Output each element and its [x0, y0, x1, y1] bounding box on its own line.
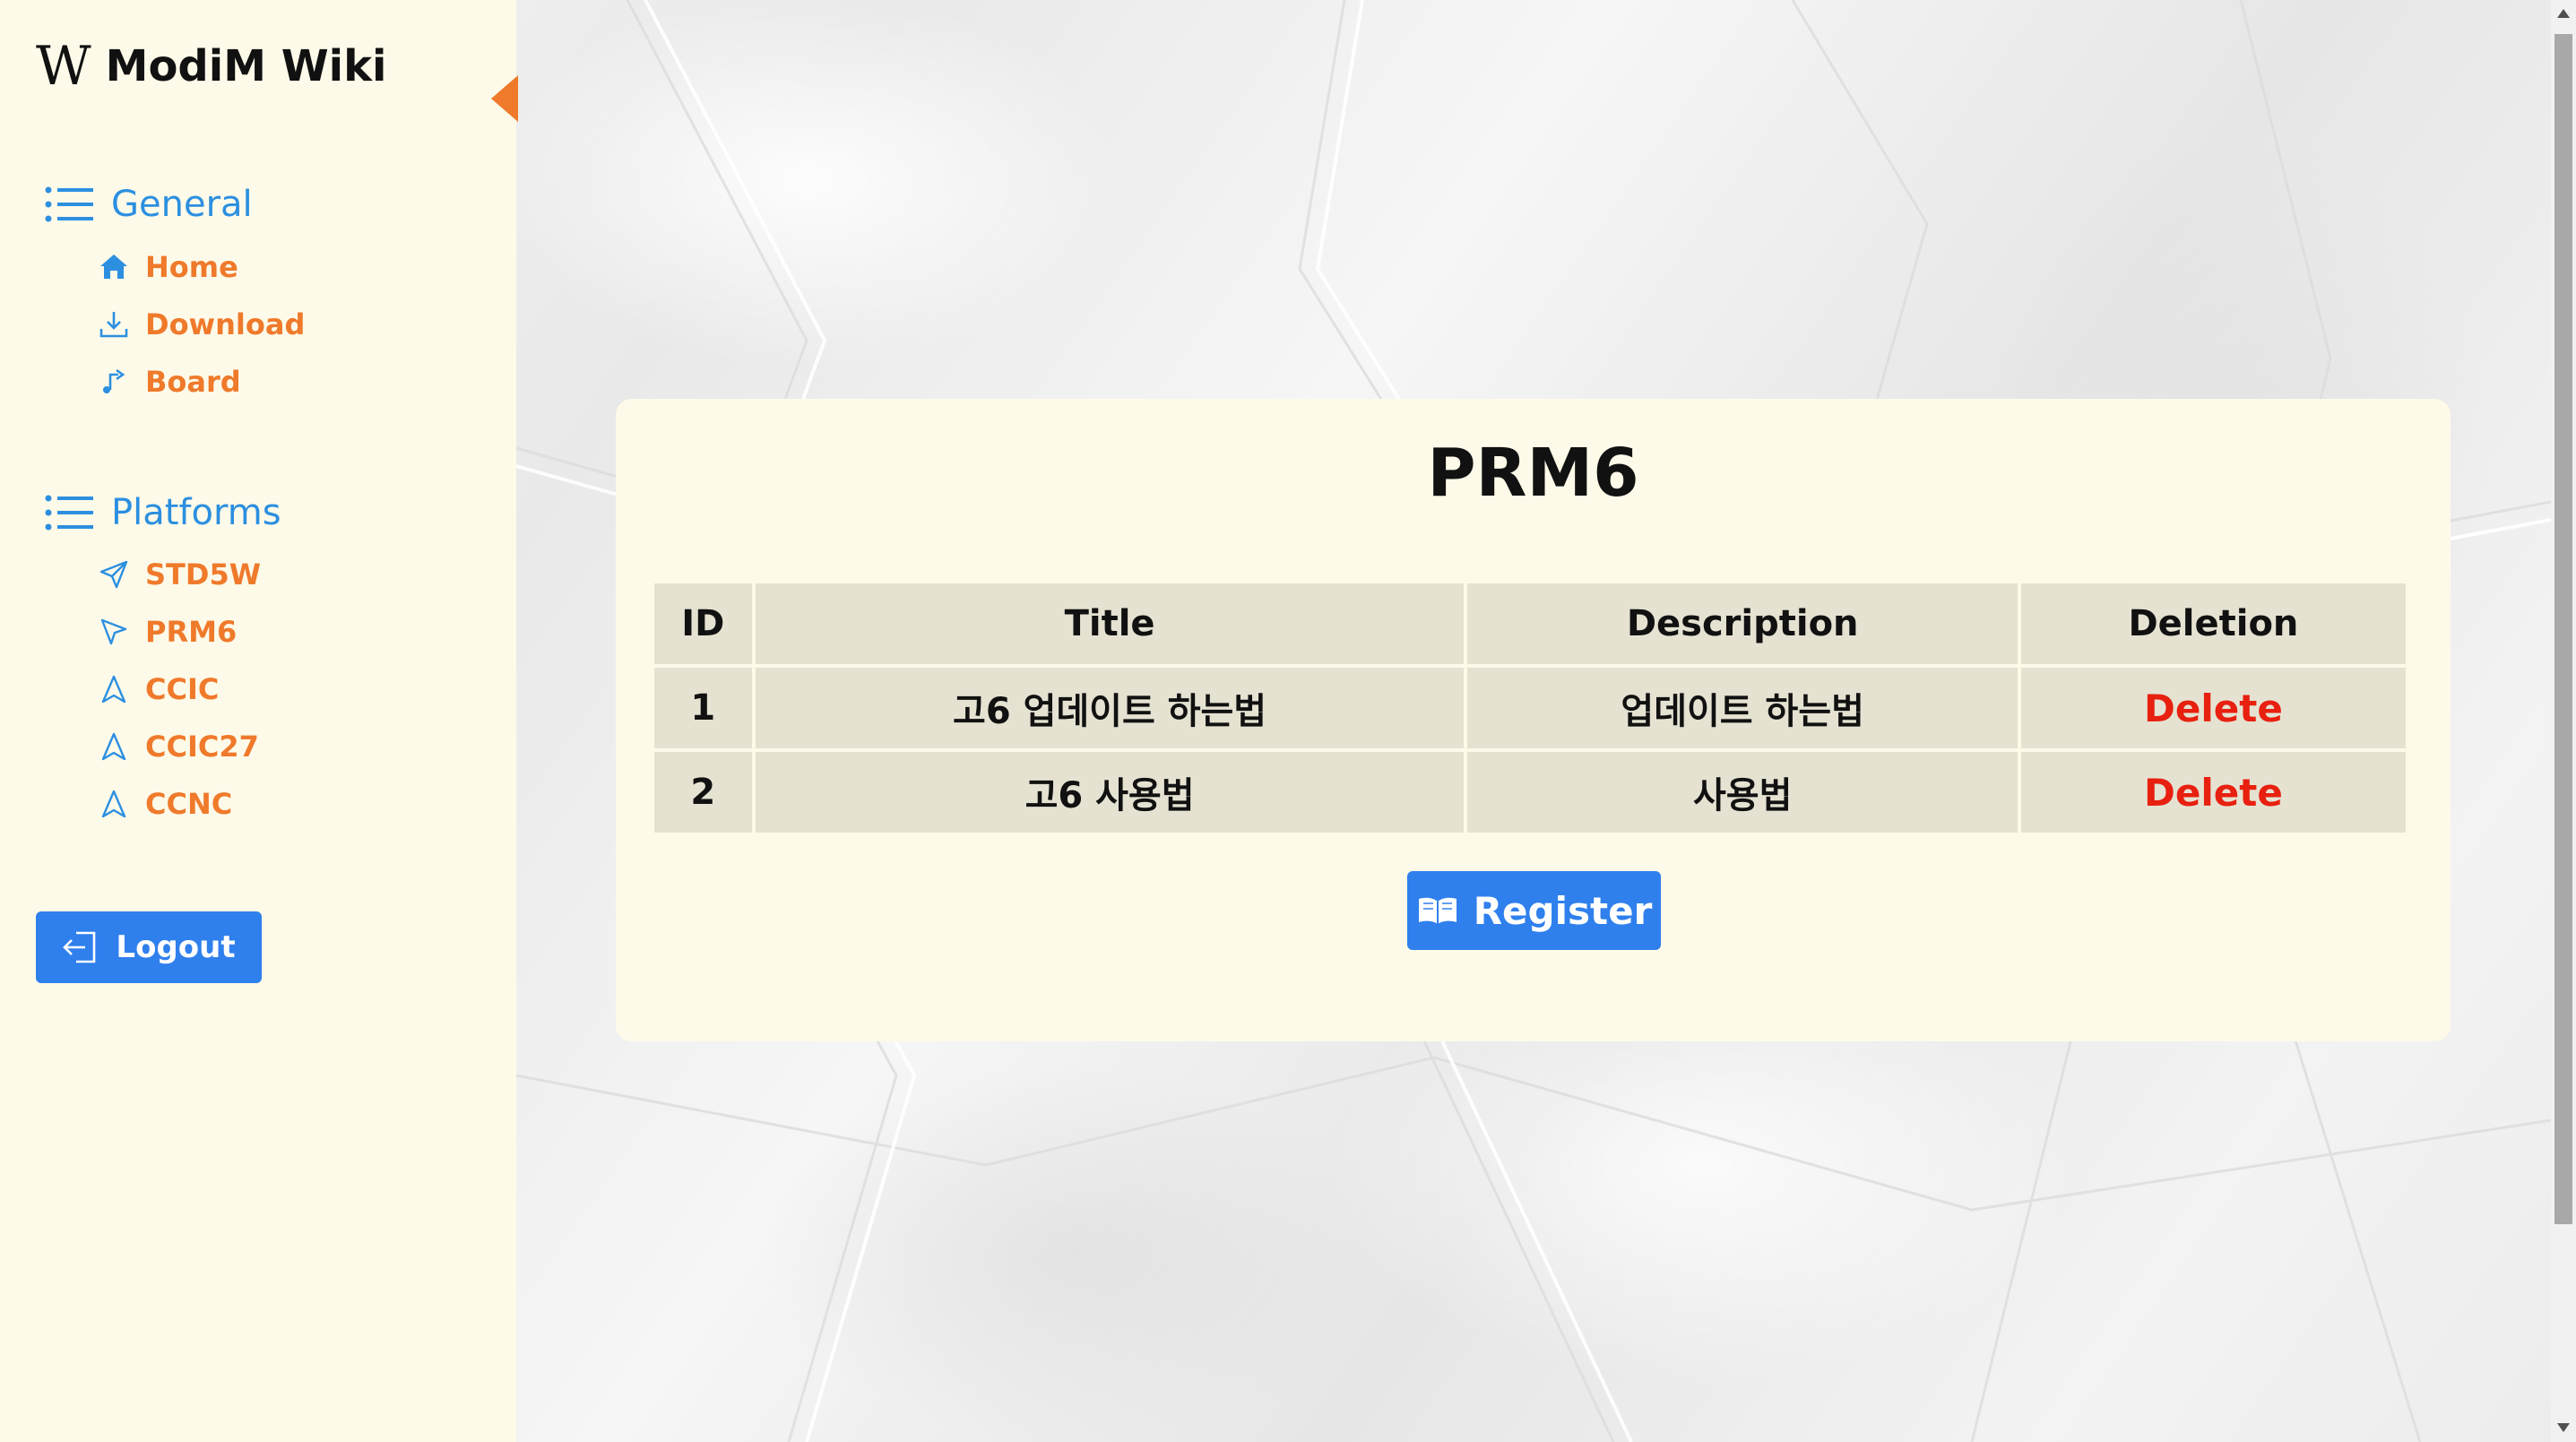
- table-row[interactable]: 2 고6 사용법 사용법 Delete: [654, 752, 2406, 833]
- sidebar-collapse-toggle[interactable]: [491, 75, 518, 122]
- delete-link[interactable]: Delete: [2144, 686, 2283, 730]
- sidebar-item-label: Download: [145, 307, 306, 341]
- list-icon: [45, 495, 93, 531]
- content-card: PRM6 ID Title Description Deletion 1 고6 …: [616, 399, 2451, 1041]
- cell-id: 2: [654, 752, 752, 833]
- section-general-label: General: [111, 184, 253, 225]
- register-label: Register: [1473, 888, 1653, 933]
- sidebar-item-label: Board: [145, 365, 241, 399]
- navigation-icon: [101, 675, 126, 704]
- send-icon: [99, 560, 128, 589]
- cell-title[interactable]: 고6 업데이트 하는법: [755, 668, 1465, 748]
- column-header-description: Description: [1467, 583, 2018, 664]
- sidebar-item-label: CCNC: [145, 787, 233, 821]
- download-icon: [99, 312, 128, 338]
- sidebar-item-label: PRM6: [145, 615, 238, 649]
- sidebar-item-prm6[interactable]: PRM6: [99, 615, 237, 649]
- column-header-deletion: Deletion: [2020, 583, 2406, 664]
- sidebar-item-label: Home: [145, 250, 238, 284]
- cell-deletion: Delete: [2020, 752, 2406, 833]
- column-header-id: ID: [654, 583, 752, 664]
- column-header-title: Title: [755, 583, 1465, 664]
- navigation-icon: [101, 790, 126, 818]
- scroll-down-arrow-icon[interactable]: [2557, 1423, 2570, 1432]
- cell-description: 업데이트 하는법: [1467, 668, 2018, 748]
- sidebar: W ModiM Wiki General Home Download Board…: [0, 0, 516, 1442]
- cell-id: 1: [654, 668, 752, 748]
- scroll-up-arrow-icon[interactable]: [2557, 9, 2570, 18]
- navigation-icon: [101, 732, 126, 761]
- logout-button[interactable]: Logout: [36, 911, 262, 983]
- sidebar-item-board[interactable]: Board: [99, 365, 241, 399]
- sidebar-item-label: CCIC27: [145, 730, 259, 764]
- delete-link[interactable]: Delete: [2144, 771, 2283, 815]
- book-icon: [1418, 897, 1457, 924]
- wiki-logo-icon: W: [36, 35, 91, 98]
- sidebar-item-ccic27[interactable]: CCIC27: [99, 730, 259, 764]
- post-table: ID Title Description Deletion 1 고6 업데이트 …: [651, 580, 2409, 836]
- brand[interactable]: W ModiM Wiki: [36, 39, 386, 93]
- sidebar-item-download[interactable]: Download: [99, 307, 305, 341]
- cell-deletion: Delete: [2020, 668, 2406, 748]
- cursor-icon: [100, 618, 127, 645]
- home-icon: [100, 255, 127, 279]
- page-title: PRM6: [1427, 435, 1639, 512]
- table-row[interactable]: 1 고6 업데이트 하는법 업데이트 하는법 Delete: [654, 668, 2406, 748]
- scrollbar-thumb[interactable]: [2554, 34, 2572, 1224]
- sidebar-item-ccnc[interactable]: CCNC: [99, 787, 232, 821]
- vertical-scrollbar[interactable]: [2551, 0, 2576, 1442]
- logout-icon: [63, 931, 96, 963]
- board-icon: [103, 368, 125, 393]
- sidebar-item-label: CCIC: [145, 672, 220, 706]
- list-icon: [45, 186, 93, 222]
- logout-label: Logout: [116, 929, 236, 965]
- section-platforms: Platforms: [45, 492, 281, 533]
- sidebar-item-std5w[interactable]: STD5W: [99, 557, 261, 591]
- brand-title: ModiM Wiki: [105, 41, 387, 91]
- register-button[interactable]: Register: [1407, 871, 1661, 950]
- cell-title[interactable]: 고6 사용법: [755, 752, 1465, 833]
- cell-description: 사용법: [1467, 752, 2018, 833]
- sidebar-item-home[interactable]: Home: [99, 250, 238, 284]
- section-platforms-label: Platforms: [111, 492, 281, 533]
- section-general: General: [45, 184, 253, 225]
- sidebar-item-ccic[interactable]: CCIC: [99, 672, 219, 706]
- table-header-row: ID Title Description Deletion: [654, 583, 2406, 664]
- sidebar-item-label: STD5W: [145, 557, 261, 591]
